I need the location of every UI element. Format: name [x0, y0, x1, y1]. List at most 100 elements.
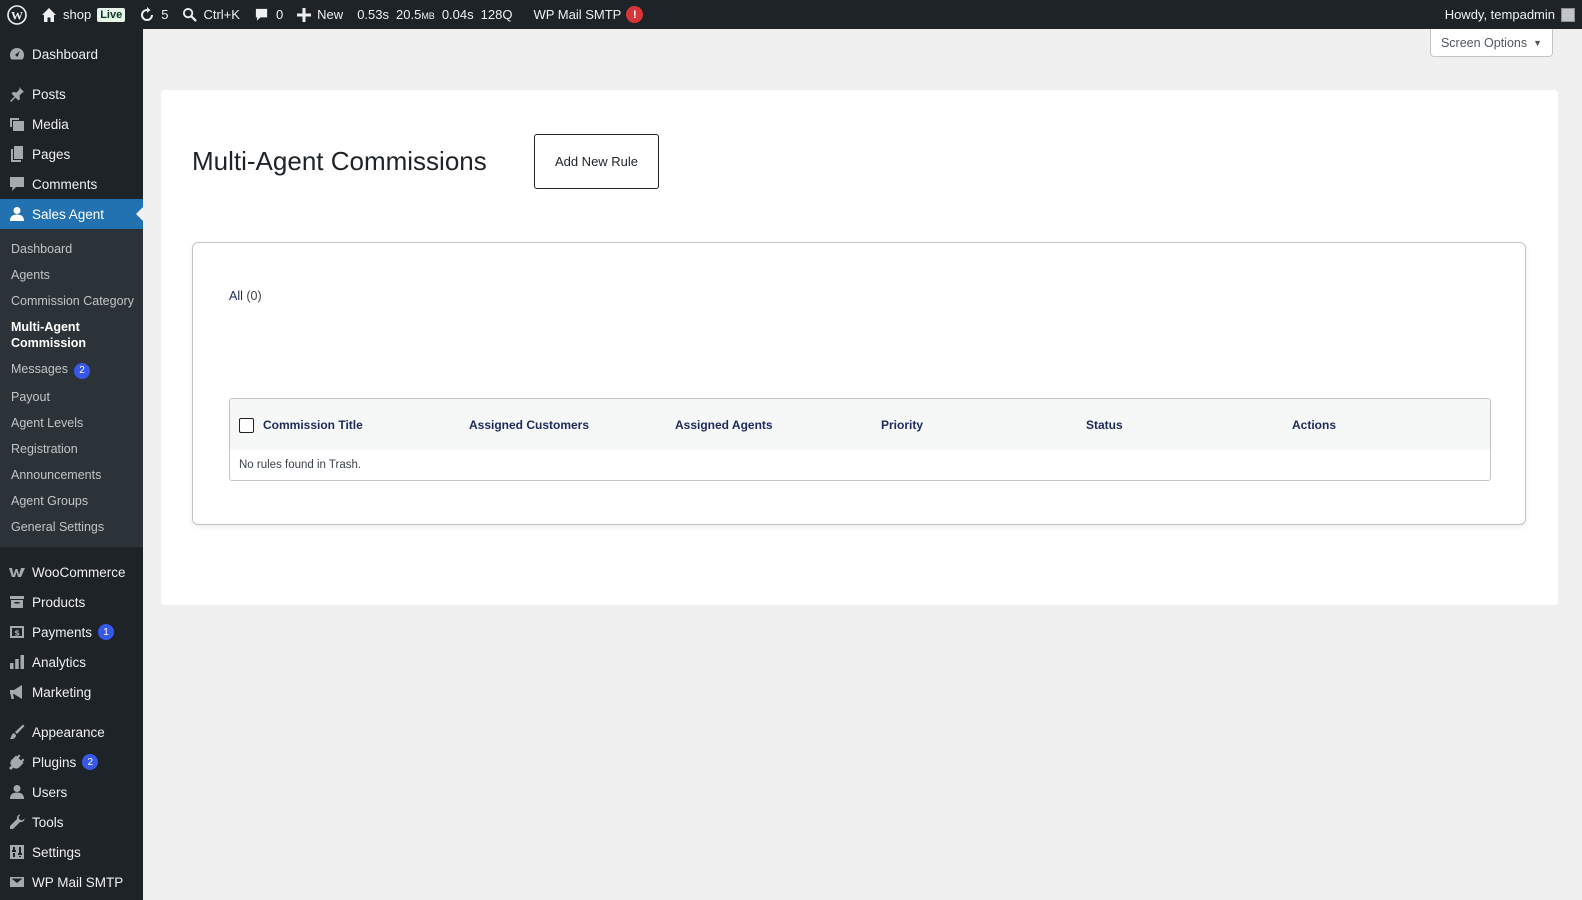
rules-card: All (0) Commission Title Assigned Custom… — [192, 242, 1526, 525]
wordpress-logo-icon[interactable]: W — [0, 0, 34, 29]
screen-options-button[interactable]: Screen Options ▼ — [1430, 29, 1553, 57]
menu-label: Marketing — [32, 684, 92, 700]
menu-woocommerce[interactable]: WooCommerce — [0, 557, 143, 587]
menu-label: Analytics — [32, 654, 87, 670]
select-all-checkbox[interactable] — [239, 418, 254, 433]
menu-label: Plugins — [32, 754, 77, 770]
home-icon — [42, 7, 56, 22]
menu-label: Settings — [32, 844, 81, 860]
payments-icon: $ — [10, 626, 24, 638]
filter-all: All (0) — [229, 289, 262, 303]
menu-label: Sales Agent — [32, 206, 105, 222]
chart-bar-icon — [10, 655, 24, 669]
metric-memory: 20.5MB — [396, 7, 435, 22]
dashboard-icon — [9, 48, 25, 60]
metric-query-time: 0.04s — [441, 7, 474, 22]
menu-label: Comments — [32, 176, 98, 192]
submenu-messages[interactable]: Messages 2 — [0, 356, 143, 384]
plugins-count-badge: 2 — [82, 754, 99, 770]
menu-payments[interactable]: $ Payments 1 — [0, 617, 143, 647]
svg-text:$: $ — [14, 629, 20, 638]
menu-tools[interactable]: Tools — [0, 807, 143, 837]
menu-label: Posts — [32, 86, 66, 102]
submenu-payout[interactable]: Payout — [0, 384, 143, 410]
menu-label: Appearance — [32, 724, 105, 740]
metric-memory-unit: MB — [421, 11, 435, 21]
menu-analytics[interactable]: Analytics — [0, 647, 143, 677]
plugin-icon — [9, 754, 25, 770]
menu-comments[interactable]: Comments — [0, 169, 143, 199]
comments-link[interactable]: 0 — [247, 0, 290, 29]
menu-plugins[interactable]: Plugins 2 — [0, 747, 143, 777]
menu-sales-agent[interactable]: Sales Agent — [0, 199, 143, 229]
submenu-commission-category[interactable]: Commission Category — [0, 288, 143, 314]
submenu-dashboard[interactable]: Dashboard — [0, 236, 143, 262]
messages-count-badge: 2 — [73, 363, 90, 379]
column-assigned-customers[interactable]: Assigned Customers — [469, 418, 589, 432]
table-header: Commission Title Assigned Customers Assi… — [230, 399, 1490, 450]
submenu-multi-agent-commission[interactable]: Multi-Agent Commission — [0, 314, 143, 356]
media-icon — [10, 118, 24, 131]
menu-label: Products — [32, 594, 86, 610]
submenu-label: Messages — [11, 362, 68, 376]
column-priority[interactable]: Priority — [881, 418, 923, 432]
menu-media[interactable]: Media — [0, 109, 143, 139]
admin-bar: W shop Live 5 Ctrl+K 0 New 0.53s 20.5MB … — [0, 0, 1582, 29]
menu-label: WooCommerce — [32, 564, 126, 580]
metric-time: 0.53s — [357, 7, 389, 22]
column-status[interactable]: Status — [1086, 418, 1123, 432]
submenu-registration[interactable]: Registration — [0, 436, 143, 462]
my-account-link[interactable]: Howdy, tempadmin — [1438, 0, 1582, 29]
empty-table-message: No rules found in Trash. — [239, 459, 362, 471]
menu-pages[interactable]: Pages — [0, 139, 143, 169]
wp-mail-smtp-link[interactable]: WP Mail SMTP ! — [526, 0, 650, 29]
woocommerce-icon — [9, 568, 25, 577]
brush-icon — [10, 724, 25, 740]
column-actions[interactable]: Actions — [1292, 418, 1336, 432]
menu-marketing[interactable]: Marketing — [0, 677, 143, 707]
menu-wp-mail-smtp[interactable]: WP Mail SMTP — [0, 867, 143, 897]
submenu-agent-levels[interactable]: Agent Levels — [0, 410, 143, 436]
main-panel: Multi-Agent Commissions Add New Rule All… — [161, 90, 1558, 605]
menu-settings[interactable]: Settings — [0, 837, 143, 867]
submenu-agent-groups[interactable]: Agent Groups — [0, 488, 143, 514]
svg-text:W: W — [11, 8, 23, 22]
filter-all-count: (0) — [246, 289, 262, 303]
site-name-link[interactable]: shop Live — [34, 0, 132, 29]
menu-users[interactable]: Users — [0, 777, 143, 807]
add-new-rule-button[interactable]: Add New Rule — [534, 134, 659, 189]
new-content-link[interactable]: New — [290, 0, 350, 29]
page-title: Multi-Agent Commissions — [192, 146, 487, 176]
live-badge: Live — [97, 7, 126, 22]
archive-icon — [10, 596, 24, 608]
megaphone-icon — [10, 685, 22, 699]
filter-all-link[interactable]: All — [229, 289, 243, 303]
menu-appearance[interactable]: Appearance — [0, 717, 143, 747]
column-assigned-agents[interactable]: Assigned Agents — [675, 418, 773, 432]
menu-posts[interactable]: Posts — [0, 79, 143, 109]
updates-count: 5 — [161, 7, 169, 22]
query-monitor-metrics[interactable]: 0.53s 20.5MB 0.04s 128Q — [350, 0, 526, 29]
command-search[interactable]: Ctrl+K — [175, 0, 246, 29]
metric-queries: 128Q — [480, 7, 513, 22]
updates-link[interactable]: 5 — [132, 0, 175, 29]
comment-icon — [10, 177, 24, 191]
plus-icon — [297, 7, 312, 22]
comment-icon — [255, 8, 268, 21]
search-icon — [183, 7, 198, 22]
caret-down-icon: ▼ — [1533, 37, 1543, 48]
payments-count-badge: 1 — [98, 624, 115, 640]
smtp-alert-badge: ! — [626, 6, 644, 23]
menu-dashboard[interactable]: Dashboard — [0, 39, 143, 69]
admin-sidebar: Dashboard Posts Media Pages Comments Sal… — [0, 29, 143, 900]
menu-products[interactable]: Products — [0, 587, 143, 617]
refresh-icon — [141, 6, 154, 21]
submenu-announcements[interactable]: Announcements — [0, 462, 143, 488]
users-icon — [10, 785, 24, 799]
submenu-agents[interactable]: Agents — [0, 262, 143, 288]
menu-label: Dashboard — [32, 46, 99, 62]
rules-table: Commission Title Assigned Customers Assi… — [229, 398, 1491, 481]
submenu-general-settings[interactable]: General Settings — [0, 514, 143, 540]
menu-label: WP Mail SMTP — [32, 874, 124, 890]
column-commission-title[interactable]: Commission Title — [263, 418, 363, 432]
